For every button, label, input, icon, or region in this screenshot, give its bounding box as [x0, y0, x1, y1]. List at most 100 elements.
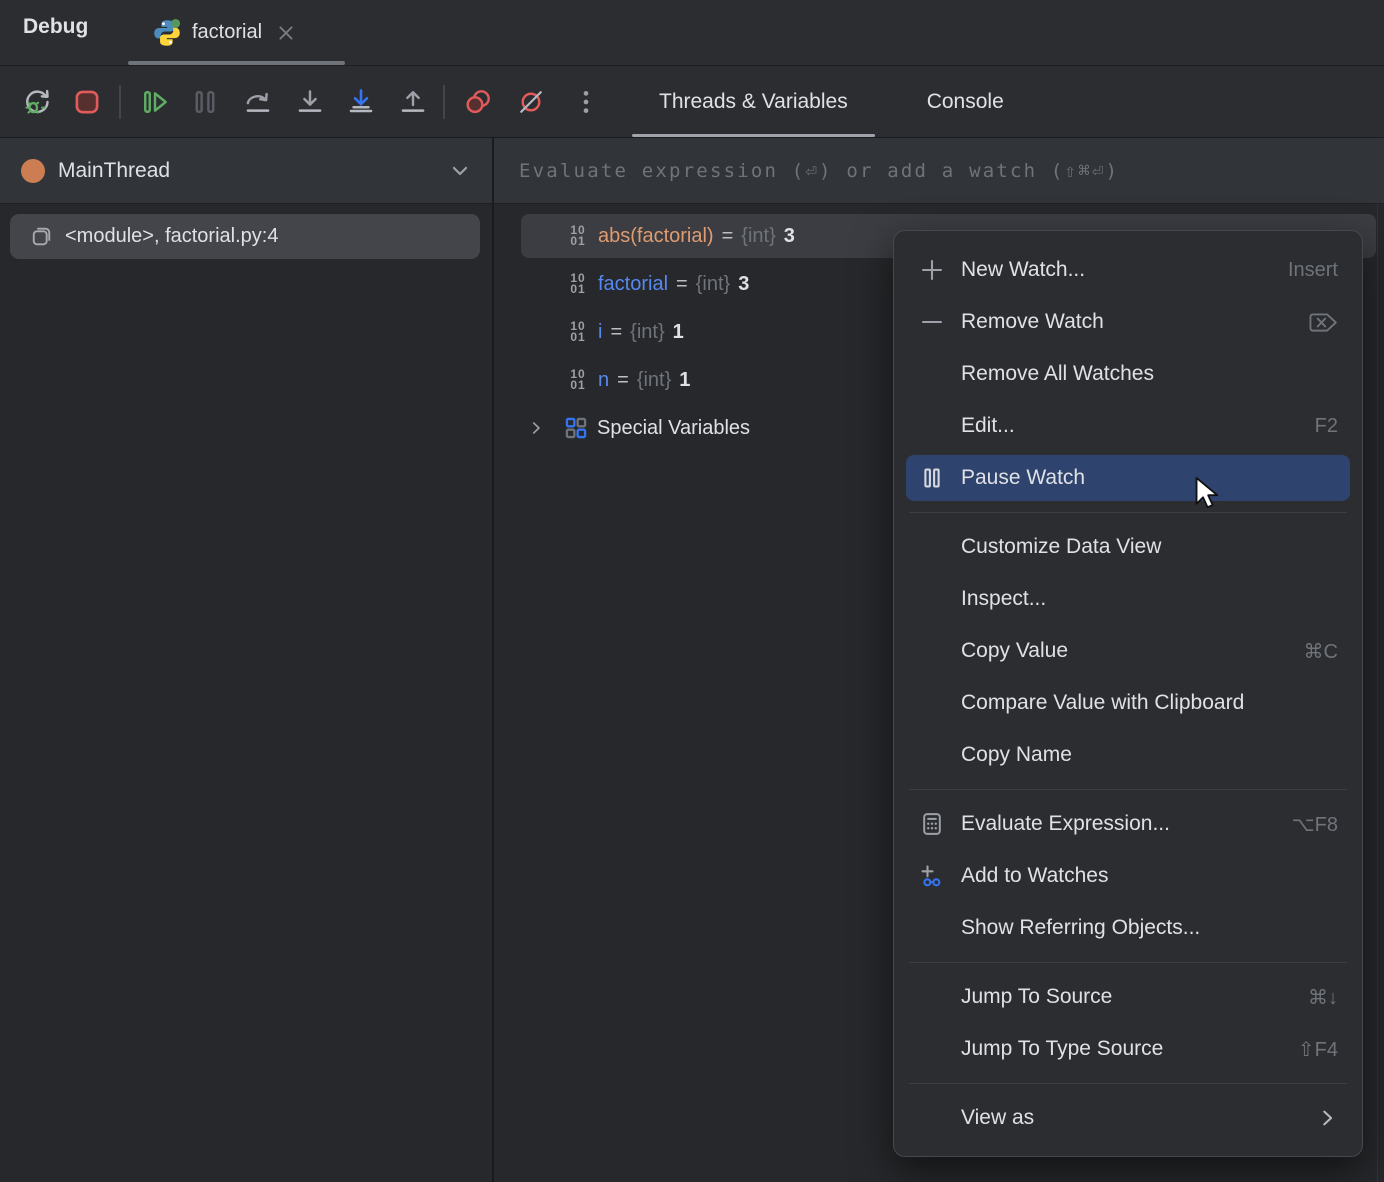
stop-icon	[72, 87, 102, 117]
menu-separator	[909, 1083, 1347, 1084]
menu-item-label: Pause Watch	[961, 466, 1085, 490]
variable-name: factorial	[598, 273, 668, 296]
variable-value-icon: 1001	[565, 321, 591, 343]
view-breakpoints-button[interactable]	[463, 87, 493, 117]
minus-icon	[920, 310, 944, 334]
debug-toolbar: Threads & Variables Console	[0, 66, 1384, 138]
menu-item-icon-placeholder	[920, 535, 944, 559]
menu-item-jump-to-type-source[interactable]: Jump To Type Source⇧F4	[894, 1023, 1362, 1075]
menu-item-label: Add to Watches	[961, 864, 1108, 888]
rerun-debug-icon	[22, 87, 52, 117]
menu-item-label: Edit...	[961, 414, 1015, 438]
value-type: {int}	[630, 321, 664, 344]
mute-breakpoints-button[interactable]	[516, 87, 546, 117]
chevron-down-icon[interactable]	[448, 159, 472, 183]
value-type: {int}	[696, 273, 730, 296]
value: 1	[679, 369, 690, 392]
menu-item-new-watch[interactable]: New Watch...Insert	[894, 244, 1362, 296]
calculator-icon	[920, 812, 944, 836]
menu-separator	[909, 512, 1347, 513]
menu-item-remove-all-watches[interactable]: Remove All Watches	[894, 348, 1362, 400]
menu-item-icon-placeholder	[920, 1106, 944, 1130]
tab-console[interactable]: Console	[900, 66, 1031, 137]
value: 1	[673, 321, 684, 344]
menu-item-view-as[interactable]: View as	[894, 1092, 1362, 1144]
mute-breakpoints-icon	[516, 87, 546, 117]
frame-icon	[30, 225, 53, 248]
step-over-icon	[243, 87, 273, 117]
force-step-into-icon	[346, 87, 376, 117]
menu-item-shortcut: ⌘↓	[1308, 985, 1338, 1010]
thread-selector[interactable]: MainThread	[0, 138, 492, 204]
pause-program-icon	[190, 87, 220, 117]
watch-expression: abs(factorial)	[598, 225, 714, 248]
menu-item-shortcut: F2	[1315, 415, 1338, 438]
menu-item-label: New Watch...	[961, 258, 1085, 282]
menu-item-inspect[interactable]: Inspect...	[894, 573, 1362, 625]
menu-item-label: Show Referring Objects...	[961, 916, 1200, 940]
menu-item-edit[interactable]: Edit... F2	[894, 400, 1362, 452]
menu-item-jump-to-source[interactable]: Jump To Source⌘↓	[894, 971, 1362, 1023]
menu-item-icon-placeholder	[920, 691, 944, 715]
evaluate-expression-bar[interactable]: Evaluate expression (⏎) or add a watch (…	[494, 138, 1384, 204]
step-into-button[interactable]	[295, 87, 325, 117]
tab-threads-variables[interactable]: Threads & Variables	[632, 66, 875, 137]
value-type: {int}	[637, 369, 671, 392]
variable-name: n	[598, 369, 609, 392]
value: 3	[738, 273, 749, 296]
menu-item-icon-placeholder	[920, 985, 944, 1009]
view-breakpoints-icon	[463, 87, 493, 117]
thread-status-icon	[21, 159, 45, 183]
menu-item-compare-value-with-clipboard[interactable]: Compare Value with Clipboard	[894, 677, 1362, 729]
step-out-icon	[398, 87, 428, 117]
close-icon[interactable]	[276, 23, 296, 43]
menu-item-copy-value[interactable]: Copy Value⌘C	[894, 625, 1362, 677]
menu-item-copy-name[interactable]: Copy Name	[894, 729, 1362, 781]
resume-button[interactable]	[140, 87, 170, 117]
toolbar-separator	[443, 85, 445, 119]
python-icon	[152, 18, 182, 48]
menu-item-icon-placeholder	[920, 639, 944, 663]
frames-panel: MainThread <module>, factorial.py:4	[0, 138, 494, 1182]
step-out-button[interactable]	[398, 87, 428, 117]
titlebar: Debug factorial	[0, 0, 1384, 66]
menu-item-icon-placeholder	[920, 587, 944, 611]
menu-item-label: Customize Data View	[961, 535, 1161, 559]
stack-frame-row[interactable]: <module>, factorial.py:4	[10, 214, 480, 259]
menu-item-label: Evaluate Expression...	[961, 812, 1170, 836]
rerun-debug-button[interactable]	[22, 87, 52, 117]
more-options-icon	[571, 87, 601, 117]
menu-item-evaluate-expression[interactable]: Evaluate Expression...⌥F8	[894, 798, 1362, 850]
menu-item-remove-watch[interactable]: Remove Watch	[894, 296, 1362, 348]
force-step-into-button[interactable]	[346, 87, 376, 117]
menu-item-add-to-watches[interactable]: Add to Watches	[894, 850, 1362, 902]
pause-program-button[interactable]	[190, 87, 220, 117]
menu-item-label: Jump To Type Source	[961, 1037, 1163, 1061]
menu-separator	[909, 789, 1347, 790]
equals-sign: =	[676, 273, 688, 296]
scrollbar-track[interactable]	[1377, 138, 1378, 1182]
menu-item-icon-placeholder	[920, 916, 944, 940]
debug-session-tab[interactable]: factorial	[128, 0, 345, 65]
menu-item-show-referring-objects[interactable]: Show Referring Objects...	[894, 902, 1362, 954]
submenu-chevron-icon	[1316, 1107, 1338, 1129]
mouse-cursor	[1192, 476, 1222, 515]
menu-item-icon-placeholder	[920, 743, 944, 767]
more-options-button[interactable]	[571, 87, 601, 117]
variable-value-icon: 1001	[565, 225, 591, 247]
add-to-watches-icon	[920, 864, 944, 888]
expand-chevron-icon[interactable]	[527, 419, 545, 437]
tab-label: Threads & Variables	[659, 90, 848, 114]
toolbar-separator	[119, 85, 121, 119]
variable-value-icon: 1001	[565, 369, 591, 391]
equals-sign: =	[610, 321, 622, 344]
menu-item-label: Remove Watch	[961, 310, 1104, 334]
menu-item-shortcut: ⌘C	[1304, 639, 1338, 664]
menu-item-customize-data-view[interactable]: Customize Data View	[894, 521, 1362, 573]
step-over-button[interactable]	[243, 87, 273, 117]
menu-item-pause-watch[interactable]: Pause Watch	[894, 452, 1362, 504]
stop-button[interactable]	[72, 87, 102, 117]
debug-tool-window: Debug factorial	[0, 0, 1384, 1182]
value-type: {int}	[741, 225, 775, 248]
menu-item-icon-placeholder	[920, 362, 944, 386]
